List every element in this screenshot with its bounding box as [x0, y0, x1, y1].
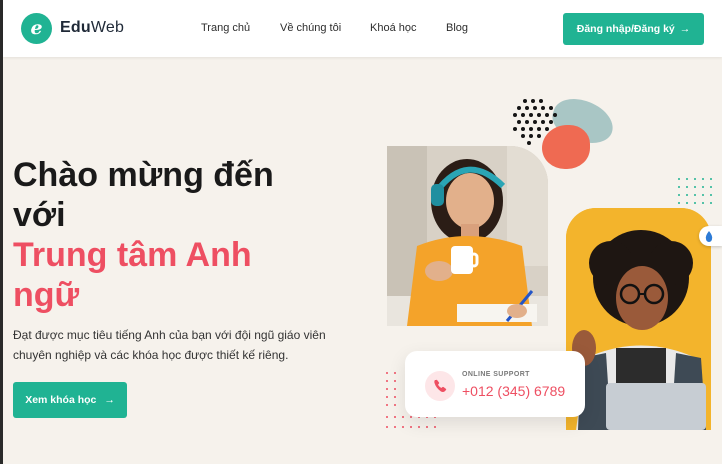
- brand-name-rest: Web: [90, 19, 125, 36]
- nav-item-courses[interactable]: Khoá học: [370, 22, 416, 34]
- student-photo: [387, 146, 548, 326]
- hero-title-line1: Chào mừng đến: [13, 156, 274, 194]
- logo-icon[interactable]: e: [21, 13, 52, 44]
- arrow-right-icon: →: [104, 394, 115, 406]
- nav-item-about[interactable]: Về chúng tôi: [280, 22, 341, 34]
- decor-blob-orange: [542, 125, 590, 169]
- window-edge: [0, 0, 3, 464]
- hero-title-line2: với: [13, 196, 66, 234]
- login-register-label: Đăng nhập/Đăng ký: [576, 23, 675, 35]
- hero-title-line4: ngữ: [13, 276, 80, 314]
- online-support-card[interactable]: ONLINE SUPPORT +012 (345) 6789: [405, 351, 585, 417]
- arrow-right-icon: →: [679, 23, 691, 35]
- drop-icon: [705, 231, 713, 242]
- brand-name-bold: Edu: [60, 19, 91, 36]
- phone-icon: [425, 371, 455, 401]
- hero-description: Đạt được mục tiêu tiếng Anh của bạn với …: [13, 328, 326, 362]
- view-courses-button[interactable]: Xem khóa học →: [13, 382, 127, 418]
- side-floating-button[interactable]: [699, 226, 722, 246]
- login-register-button[interactable]: Đăng nhập/Đăng ký →: [563, 13, 704, 45]
- brand-name[interactable]: EduWeb: [60, 19, 124, 37]
- nav-item-home[interactable]: Trang chủ: [201, 22, 250, 34]
- view-courses-label: Xem khóa học: [25, 394, 97, 406]
- support-label: ONLINE SUPPORT: [462, 371, 530, 378]
- support-phone-number[interactable]: +012 (345) 6789: [462, 383, 565, 399]
- hero-title-line3: Trung tâm Anh: [13, 236, 252, 274]
- top-navbar: e EduWeb Trang chủ Về chúng tôi Khoá học…: [3, 0, 722, 57]
- student-photo-2: [566, 208, 711, 430]
- nav-item-blog[interactable]: Blog: [446, 22, 468, 34]
